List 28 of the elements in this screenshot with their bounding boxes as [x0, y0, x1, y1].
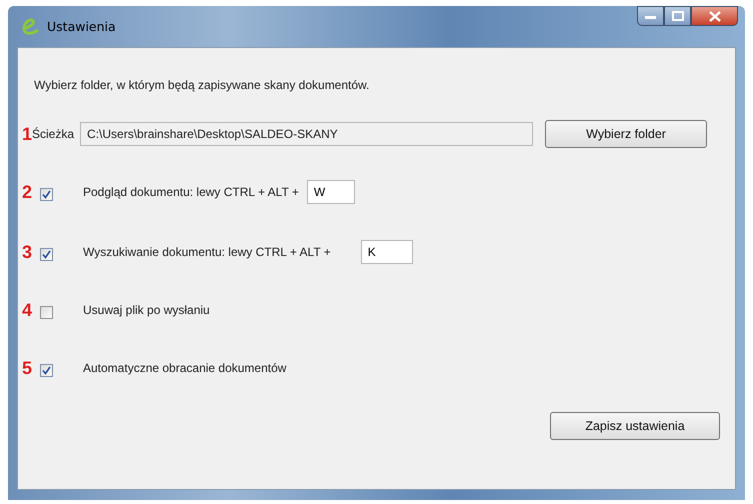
maximize-icon: [672, 11, 684, 21]
save-settings-button[interactable]: Zapisz ustawienia: [550, 412, 720, 440]
annotation-number: 5: [22, 359, 34, 377]
path-label: Ścieżka: [32, 127, 74, 141]
path-field[interactable]: C:\Users\brainshare\Desktop\SALDEO-SKANY: [80, 122, 534, 146]
checkbox[interactable]: [40, 306, 53, 318]
key-field[interactable]: K: [360, 240, 413, 264]
checkbox[interactable]: [40, 188, 53, 200]
window-title: Ustawienia: [47, 19, 116, 34]
annotation-number: 2: [22, 183, 34, 201]
close-button[interactable]: [691, 6, 738, 26]
option-label: Automatyczne obracanie dokumentów: [83, 361, 286, 375]
checkbox[interactable]: [40, 364, 53, 376]
annotation-number: 3: [22, 243, 34, 261]
option-label: Podgląd dokumentu: lewy CTRL + ALT +: [83, 185, 299, 199]
annotation-number: 1: [22, 125, 32, 143]
annotation-number: 4: [22, 301, 34, 319]
key-field[interactable]: W: [306, 180, 355, 204]
checkbox[interactable]: [40, 248, 53, 260]
app-logo-icon: [21, 18, 41, 36]
choose-folder-button[interactable]: Wybierz folder: [545, 120, 708, 148]
minimize-icon: [644, 13, 656, 19]
close-icon: [708, 10, 720, 22]
maximize-button[interactable]: [664, 6, 691, 26]
minimize-button[interactable]: [637, 6, 664, 26]
option-label: Wyszukiwanie dokumentu: lewy CTRL + ALT +: [83, 245, 331, 259]
instruction-text: Wybierz folder, w którym będą zapisywane skany dokumentów.: [34, 78, 370, 92]
option-label: Usuwaj plik po wysłaniu: [83, 303, 210, 317]
